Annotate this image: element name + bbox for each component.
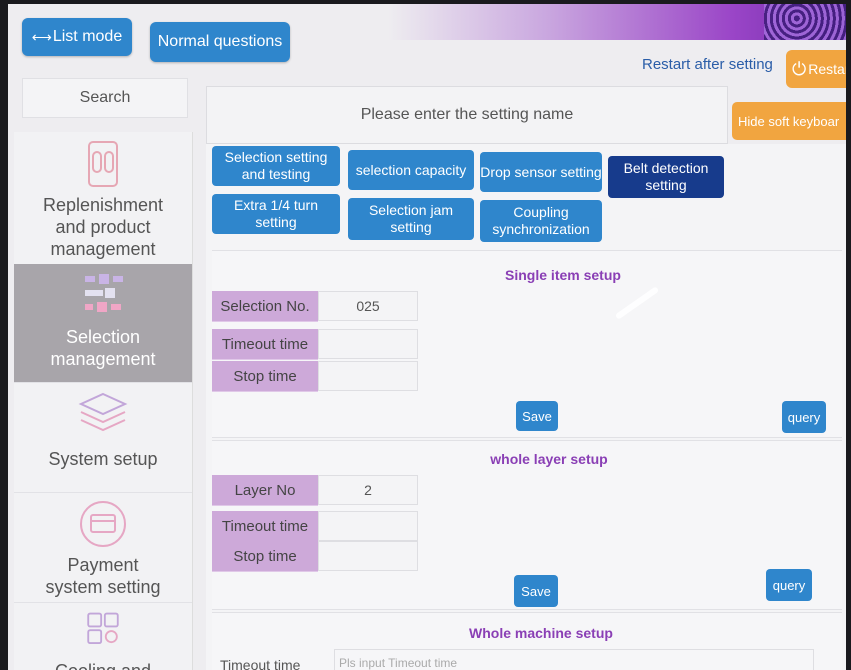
single-item-panel: Single item setup Selection No. 025 Time… xyxy=(212,250,842,438)
tab-selection-jam[interactable]: Selection jam setting xyxy=(348,198,474,240)
sidebar-item-label: Replenishment and product management xyxy=(42,195,164,259)
tab-drop-sensor[interactable]: Drop sensor setting xyxy=(480,152,602,192)
layer-no-field[interactable]: 2 xyxy=(318,475,418,505)
search-placeholder: Please enter the setting name xyxy=(360,106,574,123)
sidebar-item-system-setup[interactable]: System setup xyxy=(14,382,192,493)
card-icon xyxy=(80,501,126,547)
layer-save-button[interactable]: Save xyxy=(514,575,558,607)
tab-label: Coupling synchronization xyxy=(492,204,590,237)
normal-questions-button[interactable]: Normal questions xyxy=(150,22,290,62)
power-icon: ⏻ xyxy=(792,58,807,79)
restart-button[interactable]: ⏻ Restar xyxy=(786,50,846,88)
stop-time-field[interactable] xyxy=(318,361,418,391)
tab-selection-capacity[interactable]: selection capacity xyxy=(348,150,474,190)
vending-machine-icon xyxy=(88,141,118,187)
list-mode-label: List mode xyxy=(52,28,123,45)
restart-after-setting-label: Restart after setting xyxy=(642,56,773,73)
save-label: Save xyxy=(521,583,551,599)
list-mode-button[interactable]: ⟷ List mode xyxy=(22,18,132,56)
timeout-time-field[interactable] xyxy=(318,329,418,359)
app-screen: ⟷ List mode Normal questions Restart aft… xyxy=(8,4,846,670)
sidebar-item-payment[interactable]: Payment system setting xyxy=(14,492,192,603)
tab-extra-quarter-turn[interactable]: Extra 1/4 turn setting xyxy=(212,194,340,234)
timeout-time-label: Timeout time xyxy=(212,329,318,360)
hide-keyboard-button[interactable]: Hide soft keyboar xyxy=(732,102,846,140)
sidebar-item-label: Selection management xyxy=(50,327,156,369)
sidebar-item-replenishment[interactable]: Replenishment and product management xyxy=(14,132,192,265)
list-mode-icon: ⟷ xyxy=(31,28,52,45)
sidebar-item-label: System setup xyxy=(48,449,158,469)
search-tab-label: Search xyxy=(79,89,131,106)
header-pattern xyxy=(764,4,846,40)
layer-stop-label: Stop time xyxy=(212,541,318,572)
layer-query-button[interactable]: query xyxy=(766,569,812,601)
restart-button-label: Restar xyxy=(808,61,846,77)
query-label: query xyxy=(772,577,806,593)
tab-label: selection capacity xyxy=(355,161,467,178)
selection-no-label: Selection No. xyxy=(212,291,318,322)
save-label: Save xyxy=(522,408,552,424)
query-label: query xyxy=(787,409,821,425)
sidebar: Replenishment and product management Sel… xyxy=(14,132,193,670)
hide-keyboard-label: Hide soft keyboar xyxy=(738,113,840,129)
layer-no-label: Layer No xyxy=(212,475,318,506)
tab-label: Drop sensor setting xyxy=(480,163,602,180)
machine-timeout-input[interactable]: Pls input Timeout time xyxy=(334,649,814,670)
machine-timeout-label: Timeout time xyxy=(220,657,301,670)
tab-belt-detection[interactable]: Belt detection setting xyxy=(608,156,724,198)
layer-stop-field[interactable] xyxy=(318,541,418,571)
tab-label: Extra 1/4 turn setting xyxy=(233,197,319,230)
setting-search-input[interactable]: Please enter the setting name xyxy=(206,86,728,144)
machine-timeout-placeholder: Pls input Timeout time xyxy=(339,656,458,670)
tab-label: Belt detection setting xyxy=(623,160,709,193)
search-tab[interactable]: Search xyxy=(22,78,188,118)
sidebar-item-selection[interactable]: Selection management xyxy=(14,264,192,383)
whole-machine-title: Whole machine setup xyxy=(469,625,613,641)
sidebar-item-label: Payment system setting xyxy=(45,555,161,597)
whole-layer-title: whole layer setup xyxy=(490,451,608,467)
single-item-title: Single item setup xyxy=(505,267,621,283)
top-bar: ⟷ List mode Normal questions xyxy=(8,4,846,62)
layer-timeout-label: Timeout time xyxy=(212,511,318,542)
normal-questions-label: Normal questions xyxy=(157,33,283,50)
selection-no-field[interactable]: 025 xyxy=(318,291,418,321)
stop-time-label: Stop time xyxy=(212,361,318,392)
sidebar-item-label: Cooling and xyxy=(55,660,151,670)
grid-gear-icon xyxy=(87,612,119,644)
save-button[interactable]: Save xyxy=(516,401,558,431)
layers-icon xyxy=(78,392,128,432)
tab-label: Selection jam setting xyxy=(368,202,454,235)
tab-selection-setting[interactable]: Selection setting and testing xyxy=(212,146,340,186)
tab-label: Selection setting and testing xyxy=(224,149,328,182)
query-button[interactable]: query xyxy=(782,401,826,433)
whole-machine-panel: Whole machine setup Timeout time Pls inp… xyxy=(212,612,842,670)
content-area: Selection setting and testing selection … xyxy=(206,144,846,670)
layer-timeout-field[interactable] xyxy=(318,511,418,541)
whole-layer-panel: whole layer setup Layer No 2 Timeout tim… xyxy=(212,440,842,610)
tab-coupling-sync[interactable]: Coupling synchronization xyxy=(480,200,602,242)
selection-grid-icon xyxy=(85,274,123,312)
sidebar-item-cooling[interactable]: Cooling and xyxy=(14,602,192,670)
